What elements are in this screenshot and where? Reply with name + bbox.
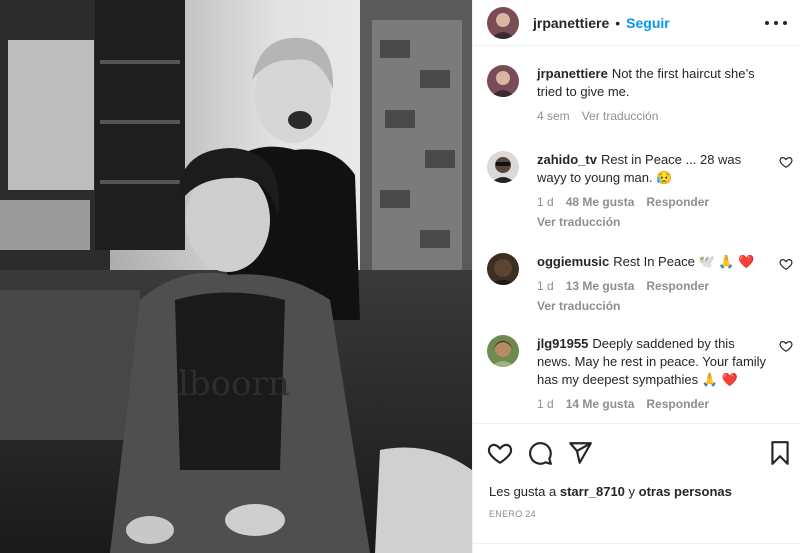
caption-translate[interactable]: Ver traducción bbox=[582, 109, 659, 123]
likes-summary[interactable]: Les gusta a starr_8710 y otras personas bbox=[489, 484, 732, 499]
comment-likes[interactable]: 14 Me gusta bbox=[566, 397, 635, 411]
caption-avatar[interactable] bbox=[487, 65, 519, 97]
comment-text: zahido_tv Rest in Peace ... 28 was wayy t… bbox=[537, 151, 767, 187]
caption-meta: 4 sem Ver traducción bbox=[537, 109, 767, 123]
add-comment-area[interactable] bbox=[473, 543, 800, 553]
comment-meta: 1 d 48 Me gusta Responder bbox=[537, 195, 767, 209]
share-send-icon[interactable] bbox=[567, 440, 593, 466]
like-comment-heart-icon[interactable] bbox=[779, 155, 793, 169]
author-username[interactable]: jrpanettiere bbox=[533, 15, 609, 31]
commenter-avatar[interactable] bbox=[487, 151, 519, 183]
comments-list: jrpanettiere Not the first haircut she’s … bbox=[473, 47, 800, 423]
post-image: lboorn bbox=[0, 0, 472, 553]
commenter-avatar[interactable] bbox=[487, 253, 519, 285]
follow-button[interactable]: Seguir bbox=[626, 15, 670, 31]
reply-button[interactable]: Responder bbox=[646, 397, 709, 411]
save-bookmark-icon[interactable] bbox=[767, 440, 793, 466]
comment-time[interactable]: 1 d bbox=[537, 397, 554, 411]
caption-item: jrpanettiere Not the first haircut she’s … bbox=[487, 65, 797, 123]
reply-button[interactable]: Responder bbox=[646, 279, 709, 293]
like-comment-heart-icon[interactable] bbox=[779, 339, 793, 353]
comment-item: zahido_tv Rest in Peace ... 28 was wayy t… bbox=[487, 151, 797, 229]
translate-link[interactable]: Ver traducción bbox=[537, 299, 767, 313]
caption-text: jrpanettiere Not the first haircut she’s … bbox=[537, 65, 767, 101]
comment-text: jlg91955 Deeply saddened by this news. Ma… bbox=[537, 335, 767, 389]
likes-conj: y bbox=[628, 484, 636, 499]
comment-text: oggiemusic Rest In Peace 🕊️ 🙏 ❤️ bbox=[537, 253, 767, 271]
caption-username[interactable]: jrpanettiere bbox=[537, 66, 608, 81]
comment-item: oggiemusic Rest In Peace 🕊️ 🙏 ❤️ 1 d 13 M… bbox=[487, 253, 797, 313]
post-date[interactable]: ENERO 24 bbox=[489, 509, 536, 519]
comment-item: jlg91955 Deeply saddened by this news. Ma… bbox=[487, 335, 797, 411]
author-avatar[interactable] bbox=[487, 6, 519, 39]
caption-time[interactable]: 4 sem bbox=[537, 109, 570, 123]
comment-username[interactable]: zahido_tv bbox=[537, 152, 597, 167]
post-actions: Les gusta a starr_8710 y otras personas … bbox=[473, 423, 800, 553]
commenter-avatar[interactable] bbox=[487, 335, 519, 367]
comment-meta: 1 d 14 Me gusta Responder bbox=[537, 397, 767, 411]
reply-button[interactable]: Responder bbox=[646, 195, 709, 209]
likes-prefix: Les gusta a bbox=[489, 484, 557, 499]
more-options-icon[interactable] bbox=[765, 13, 787, 33]
separator-dot: • bbox=[615, 14, 621, 31]
action-icons-row bbox=[487, 440, 791, 468]
comment-body: Rest In Peace 🕊️ 🙏 ❤️ bbox=[613, 254, 755, 269]
svg-text:lboorn: lboorn bbox=[178, 364, 290, 404]
comment-likes[interactable]: 48 Me gusta bbox=[566, 195, 635, 209]
likes-others[interactable]: otras personas bbox=[639, 484, 732, 499]
comment-time[interactable]: 1 d bbox=[537, 279, 554, 293]
comment-likes[interactable]: 13 Me gusta bbox=[566, 279, 635, 293]
post-photo[interactable]: lboorn bbox=[0, 0, 472, 553]
like-heart-icon[interactable] bbox=[487, 440, 513, 466]
comment-username[interactable]: jlg91955 bbox=[537, 336, 588, 351]
post-side-panel: jrpanettiere • Seguir jrpanettiere Not th… bbox=[472, 0, 800, 553]
likes-user[interactable]: starr_8710 bbox=[560, 484, 625, 499]
comment-meta: 1 d 13 Me gusta Responder bbox=[537, 279, 767, 293]
translate-link[interactable]: Ver traducción bbox=[537, 215, 767, 229]
comment-bubble-icon[interactable] bbox=[527, 440, 553, 466]
like-comment-heart-icon[interactable] bbox=[779, 257, 793, 271]
comment-time[interactable]: 1 d bbox=[537, 195, 554, 209]
comment-username[interactable]: oggiemusic bbox=[537, 254, 609, 269]
post-header: jrpanettiere • Seguir bbox=[473, 0, 800, 46]
